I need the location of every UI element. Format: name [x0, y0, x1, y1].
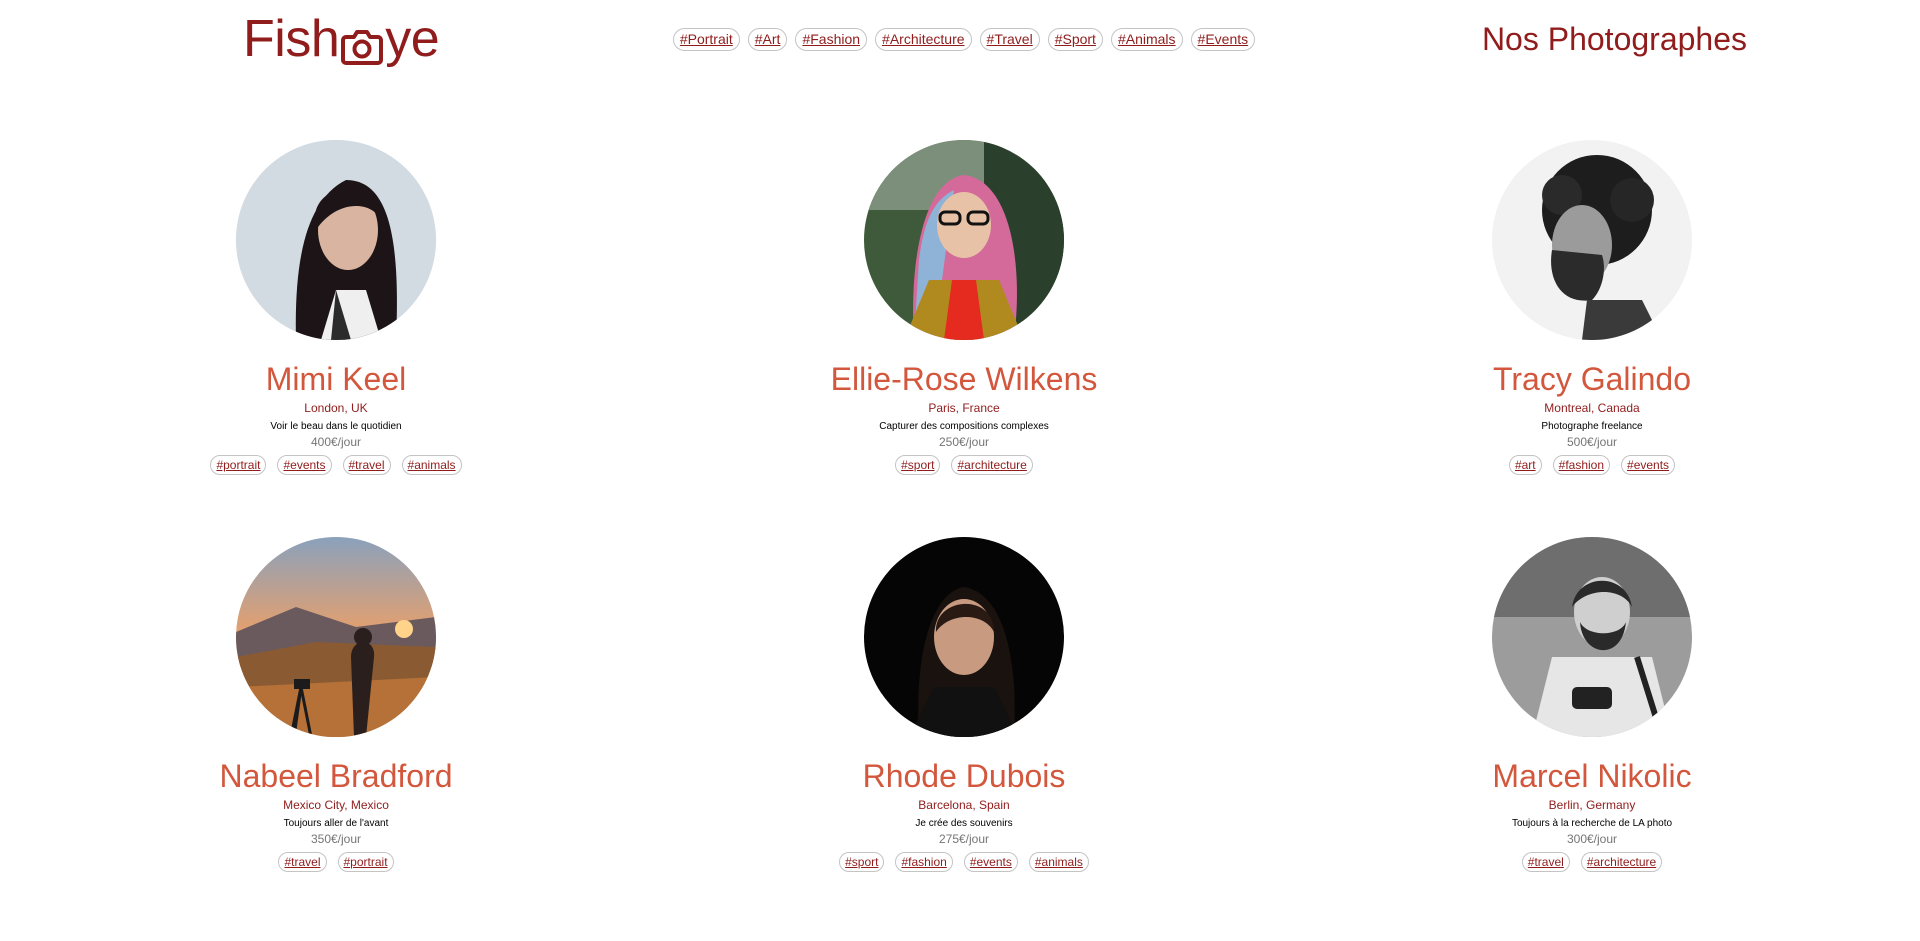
- page-title: Nos Photographes: [1481, 21, 1747, 57]
- photographer-location: Barcelona, Spain: [918, 798, 1010, 812]
- card-tag-sport[interactable]: #sport: [895, 455, 941, 475]
- photographer-tagline: Photographe freelance: [1541, 421, 1643, 432]
- card-tag-events[interactable]: #events: [1621, 455, 1676, 475]
- photographer-profile-link[interactable]: Ellie-Rose Wilkens: [830, 140, 1098, 398]
- photographer-name: Rhode Dubois: [862, 758, 1066, 794]
- photographer-tags: #sport #architecture: [895, 455, 1033, 475]
- nav-tag-events[interactable]: #Events: [1190, 28, 1256, 51]
- photographer-name: Marcel Nikolic: [1492, 758, 1692, 794]
- nav-tag-travel[interactable]: #Travel: [979, 28, 1040, 51]
- nav-tag-sport[interactable]: #Sport: [1047, 28, 1103, 51]
- photographer-location: Montreal, Canada: [1544, 401, 1640, 415]
- photographer-portrait: [1492, 140, 1692, 340]
- photographer-price: 400€/jour: [310, 435, 362, 449]
- card-tag-events[interactable]: #events: [963, 852, 1018, 872]
- photographers-grid: Mimi Keel London, UK Voir le beau dans l…: [0, 140, 1920, 872]
- photographer-card: Nabeel Bradford Mexico City, Mexico Touj…: [22, 537, 650, 872]
- photographer-price: 350€/jour: [310, 832, 362, 846]
- photographer-portrait: [236, 537, 436, 737]
- nav-tag-portrait[interactable]: #Portrait: [672, 28, 740, 51]
- photographer-tagline: Toujours à la recherche de LA photo: [1511, 818, 1673, 829]
- photographer-card: Mimi Keel London, UK Voir le beau dans l…: [22, 140, 650, 475]
- card-tag-portrait[interactable]: #portrait: [337, 852, 394, 872]
- photographer-card: Ellie-Rose Wilkens Paris, France Capture…: [650, 140, 1278, 475]
- nav-tag-art[interactable]: #Art: [747, 28, 788, 51]
- card-tag-architecture[interactable]: #architecture: [951, 455, 1033, 475]
- photographer-name: Mimi Keel: [265, 361, 407, 397]
- photographer-portrait: [863, 537, 1064, 737]
- page-header: Fish ye #Portrait #Art #Fashion #Architectu…: [0, 0, 1920, 80]
- card-tag-travel[interactable]: #travel: [1521, 852, 1570, 872]
- photographer-tagline: Je crée des souvenirs: [915, 818, 1013, 829]
- photographer-profile-link[interactable]: Marcel Nikolic: [1492, 537, 1692, 795]
- card-tag-sport[interactable]: #sport: [839, 852, 885, 872]
- nav-tag-fashion[interactable]: #Fashion: [795, 28, 868, 51]
- card-tag-animals[interactable]: #animals: [401, 455, 462, 475]
- card-tag-art[interactable]: #art: [1508, 455, 1542, 475]
- photographer-card: Rhode Dubois Barcelona, Spain Je crée de…: [650, 537, 1278, 872]
- card-tag-travel[interactable]: #travel: [278, 852, 327, 872]
- photographer-tagline: Toujours aller de l'avant: [283, 818, 389, 829]
- photographer-location: Berlin, Germany: [1548, 798, 1636, 812]
- photographer-name: Nabeel Bradford: [219, 758, 453, 794]
- photographer-location: Paris, France: [928, 401, 1000, 415]
- photographer-profile-link[interactable]: Tracy Galindo: [1492, 140, 1692, 398]
- photographer-card: Marcel Nikolic Berlin, Germany Toujours …: [1278, 537, 1906, 872]
- photographer-tagline: Capturer des compositions complexes: [879, 421, 1049, 432]
- card-tag-architecture[interactable]: #architecture: [1580, 852, 1663, 872]
- card-tag-fashion[interactable]: #fashion: [895, 852, 953, 872]
- photographer-name: Tracy Galindo: [1493, 361, 1691, 397]
- card-tag-animals[interactable]: #animals: [1028, 852, 1089, 872]
- photographer-portrait: [236, 140, 436, 340]
- photographer-tags: #travel #architecture: [1521, 852, 1663, 872]
- card-tag-portrait[interactable]: #portrait: [210, 455, 267, 475]
- photographer-price: 250€/jour: [938, 435, 990, 449]
- photographer-tags: #travel #portrait: [278, 852, 394, 872]
- photographer-portrait: [1492, 537, 1692, 737]
- card-tag-travel[interactable]: #travel: [342, 455, 391, 475]
- photographer-tags: #art #fashion #events: [1508, 455, 1676, 475]
- photographer-profile-link[interactable]: Rhode Dubois: [862, 537, 1066, 795]
- photographer-price: 500€/jour: [1566, 435, 1618, 449]
- photographer-price: 275€/jour: [938, 832, 990, 846]
- photographer-name: Ellie-Rose Wilkens: [830, 361, 1098, 397]
- nav-tag-animals[interactable]: #Animals: [1110, 28, 1183, 51]
- photographer-profile-link[interactable]: Nabeel Bradford: [219, 537, 453, 795]
- card-tag-fashion[interactable]: #fashion: [1552, 455, 1611, 475]
- photographer-tagline: Voir le beau dans le quotidien: [270, 421, 402, 432]
- photographer-portrait: [863, 140, 1064, 340]
- card-tag-events[interactable]: #events: [277, 455, 332, 475]
- nav-tag-architecture[interactable]: #Architecture: [875, 28, 972, 51]
- photographer-tags: #sport #fashion #events #animals: [839, 852, 1089, 872]
- photographer-tags: #portrait #events #travel #animals: [210, 455, 462, 475]
- photographer-location: London, UK: [304, 401, 368, 415]
- photographer-profile-link[interactable]: Mimi Keel: [236, 140, 436, 398]
- photographer-location: Mexico City, Mexico: [283, 798, 389, 812]
- photographer-card: Tracy Galindo Montreal, Canada Photograp…: [1278, 140, 1906, 475]
- photographer-price: 300€/jour: [1566, 832, 1618, 846]
